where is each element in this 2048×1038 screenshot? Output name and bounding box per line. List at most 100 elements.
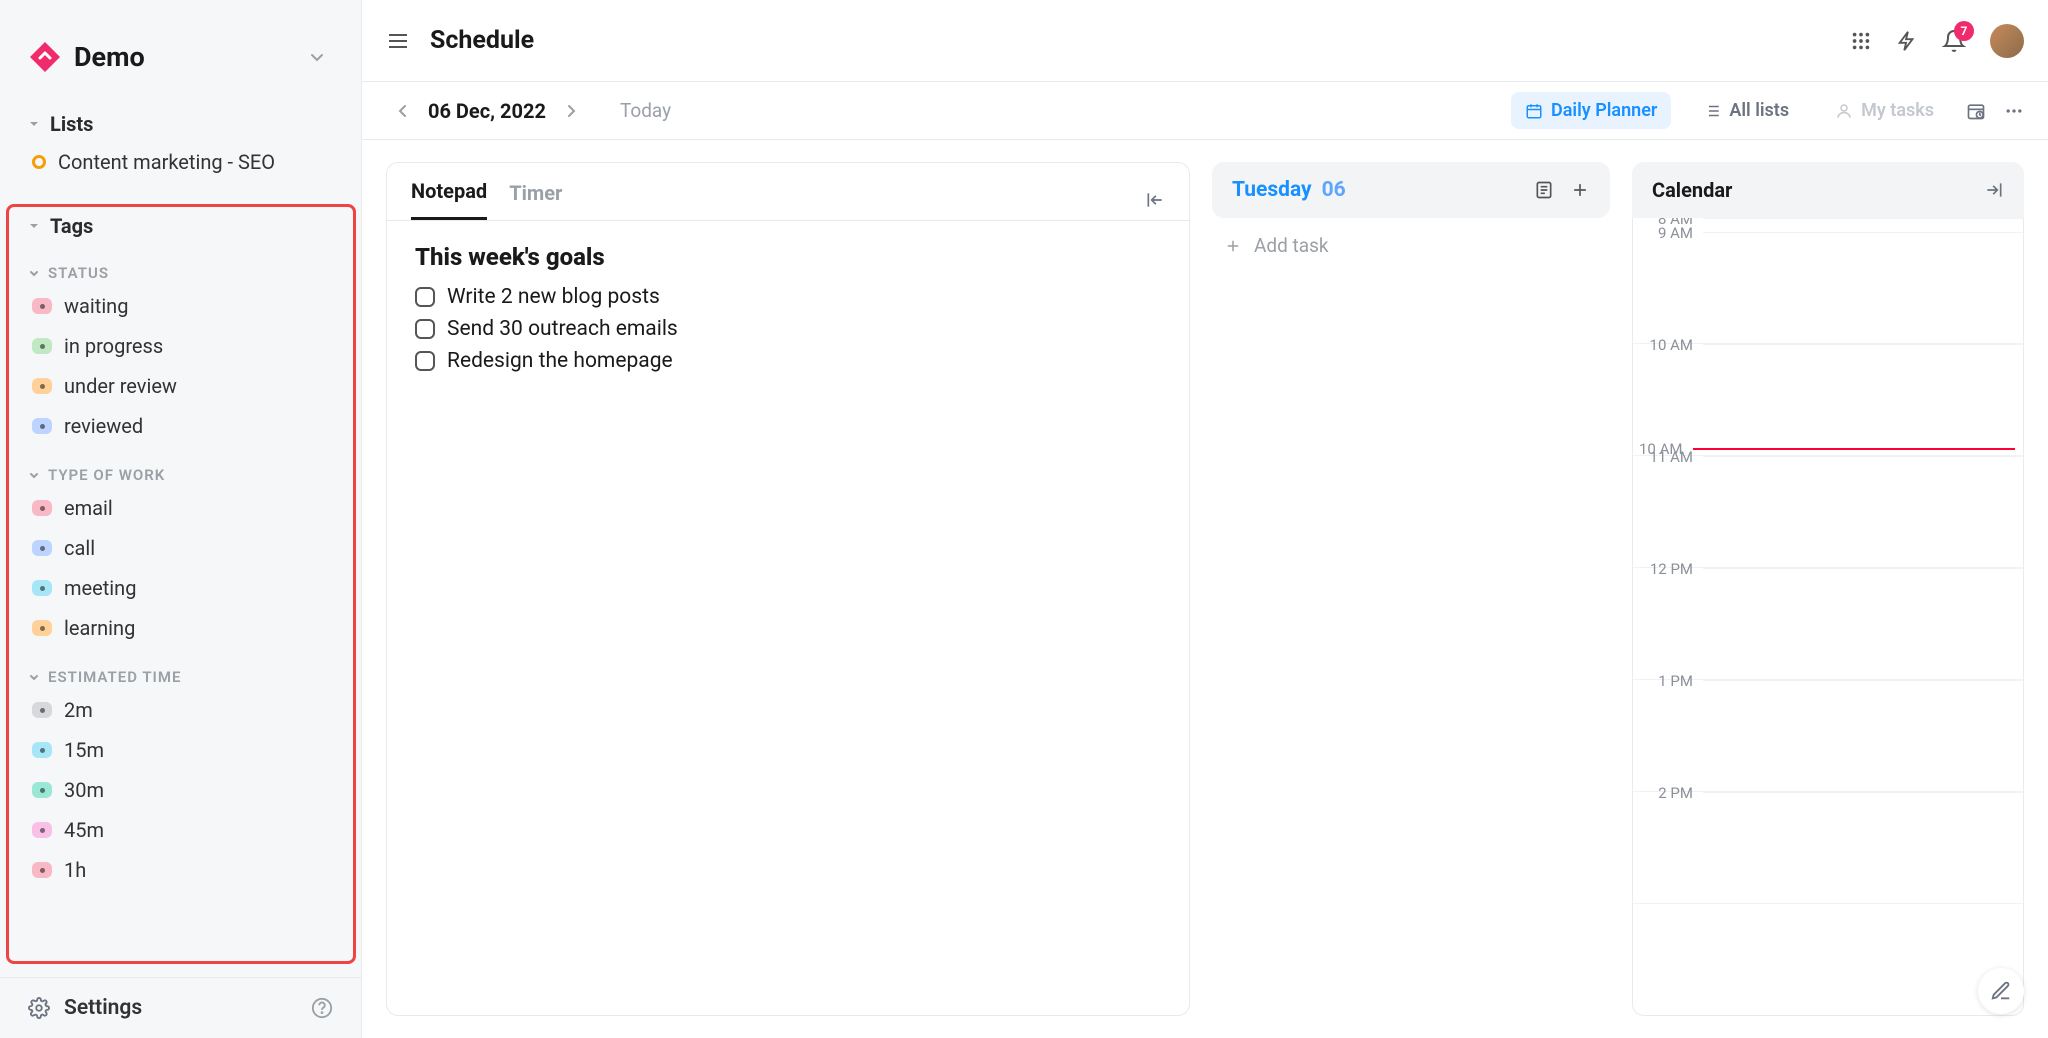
prev-day-button[interactable] <box>386 94 420 128</box>
tag-color-icon <box>32 338 52 354</box>
avatar[interactable] <box>1990 24 2024 58</box>
calendar-icon <box>1525 102 1543 120</box>
tag-color-icon <box>32 782 52 798</box>
tag-item[interactable]: 30m <box>28 770 333 810</box>
apps-icon[interactable] <box>1850 30 1872 52</box>
checklist-item[interactable]: Redesign the homepage <box>415 345 1161 377</box>
tag-label: 1h <box>64 858 86 882</box>
notification-badge: 7 <box>1954 21 1974 41</box>
date-label[interactable]: 06 Dec, 2022 <box>428 99 546 123</box>
all-lists-button[interactable]: All lists <box>1689 92 1803 129</box>
time-slot[interactable]: 2 PM <box>1633 792 2023 904</box>
time-label: 1 PM <box>1633 672 1703 791</box>
tag-item[interactable]: 15m <box>28 730 333 770</box>
daily-planner-button[interactable]: Daily Planner <box>1511 92 1671 129</box>
tag-item[interactable]: under review <box>28 366 333 406</box>
my-tasks-button[interactable]: My tasks <box>1821 92 1948 129</box>
chevron-down-icon <box>28 469 40 481</box>
tag-item[interactable]: email <box>28 488 333 528</box>
time-label: 10 AM <box>1633 336 1703 455</box>
checklist-item[interactable]: Write 2 new blog posts <box>415 281 1161 313</box>
daily-planner-label: Daily Planner <box>1551 100 1657 121</box>
tag-label: reviewed <box>64 414 143 438</box>
tag-item[interactable]: in progress <box>28 326 333 366</box>
tag-item[interactable]: reviewed <box>28 406 333 446</box>
tag-group-header[interactable]: TYPE OF WORK <box>28 454 333 488</box>
time-slot[interactable]: 12 PM <box>1633 568 2023 680</box>
notepad-body[interactable]: This week's goals Write 2 new blog posts… <box>387 221 1189 399</box>
collapse-right-icon[interactable] <box>1984 180 2004 200</box>
tab-notepad[interactable]: Notepad <box>411 179 487 220</box>
lists-header[interactable]: Lists <box>28 106 333 142</box>
day-header: Tuesday 06 <box>1212 162 1610 218</box>
list-icon <box>1703 102 1721 120</box>
tag-label: call <box>64 536 95 560</box>
plus-icon[interactable] <box>1570 180 1590 200</box>
tag-item[interactable]: call <box>28 528 333 568</box>
tag-item[interactable]: 45m <box>28 810 333 850</box>
settings-link[interactable]: Settings <box>0 977 361 1038</box>
tags-header[interactable]: Tags <box>28 208 333 244</box>
tag-group-header[interactable]: ESTIMATED TIME <box>28 656 333 690</box>
main-area: Schedule 7 06 Dec, 2022 Today <box>362 0 2048 1038</box>
bolt-icon[interactable] <box>1896 30 1918 52</box>
notepad-tabs: Notepad Timer <box>387 163 1189 221</box>
add-task-input[interactable]: Add task <box>1212 218 1610 273</box>
my-tasks-label: My tasks <box>1861 100 1934 121</box>
calendar-settings-icon[interactable] <box>1966 101 1986 121</box>
chevron-down-icon <box>28 671 40 683</box>
tag-color-icon <box>32 378 52 394</box>
time-slot[interactable]: 9 AM <box>1633 232 2023 344</box>
time-slot[interactable]: 1 PM <box>1633 680 2023 792</box>
checklist-item[interactable]: Send 30 outreach emails <box>415 313 1161 345</box>
time-label: 12 PM <box>1633 560 1703 679</box>
note-icon[interactable] <box>1534 180 1554 200</box>
today-button[interactable]: Today <box>620 99 671 122</box>
list-item[interactable]: Content marketing - SEO <box>28 142 333 182</box>
workspace-name: Demo <box>74 41 145 73</box>
collapse-left-icon[interactable] <box>1145 190 1165 210</box>
next-day-button[interactable] <box>554 94 588 128</box>
sidebar: Demo Lists Content marketing - SEO Tags … <box>0 0 362 1038</box>
add-task-placeholder: Add task <box>1254 234 1329 257</box>
lists-label: Lists <box>50 112 93 136</box>
tag-label: 2m <box>64 698 93 722</box>
tag-color-icon <box>32 862 52 878</box>
day-number: 06 <box>1322 178 1346 202</box>
tag-label: 15m <box>64 738 104 762</box>
tag-color-icon <box>32 742 52 758</box>
calendar-grid[interactable]: 8 AM9 AM10 AM11 AM12 PM1 PM2 PM 10 AM <box>1632 218 2024 1016</box>
tag-item[interactable]: 1h <box>28 850 333 890</box>
workspace-logo-icon <box>28 40 62 74</box>
tag-item[interactable]: meeting <box>28 568 333 608</box>
tag-item[interactable]: learning <box>28 608 333 648</box>
calendar-header: Calendar <box>1632 162 2024 218</box>
tab-timer[interactable]: Timer <box>509 181 562 219</box>
checkbox[interactable] <box>415 287 435 307</box>
tag-item[interactable]: waiting <box>28 286 333 326</box>
time-slot[interactable]: 11 AM <box>1633 456 2023 568</box>
tag-item[interactable]: 2m <box>28 690 333 730</box>
day-panel: Tuesday 06 Add task <box>1212 162 1610 1016</box>
checkbox[interactable] <box>415 319 435 339</box>
notifications-button[interactable]: 7 <box>1942 29 1966 53</box>
tag-color-icon <box>32 500 52 516</box>
calendar-panel: Calendar 8 AM9 AM10 AM11 AM12 PM1 PM2 PM… <box>1632 162 2024 1016</box>
help-icon[interactable] <box>311 997 333 1019</box>
tag-label: 30m <box>64 778 104 802</box>
tag-label: email <box>64 496 113 520</box>
topbar: Schedule 7 <box>362 0 2048 82</box>
more-icon[interactable] <box>2004 101 2024 121</box>
chevron-down-icon <box>309 49 325 65</box>
notepad-heading: This week's goals <box>415 243 1161 271</box>
menu-icon[interactable] <box>386 29 410 53</box>
checkbox[interactable] <box>415 351 435 371</box>
time-slot[interactable]: 10 AM <box>1633 344 2023 456</box>
tag-color-icon <box>32 540 52 556</box>
workspace-switcher[interactable]: Demo <box>0 0 361 106</box>
tag-group-header[interactable]: STATUS <box>28 252 333 286</box>
gear-icon <box>28 997 50 1019</box>
tag-label: 45m <box>64 818 104 842</box>
floating-edit-button[interactable] <box>1978 968 2024 1014</box>
list-color-icon <box>32 155 46 169</box>
